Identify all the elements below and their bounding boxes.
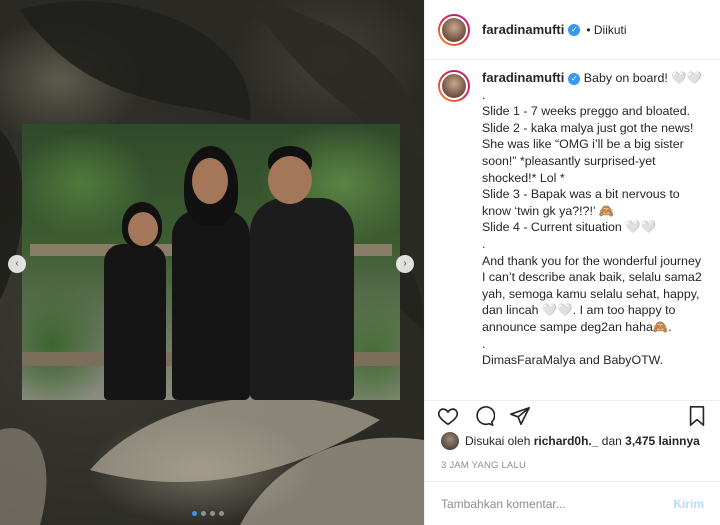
likes-summary[interactable]: Disukai oleh richard0h._ dan 3,475 lainn…	[441, 432, 700, 450]
carousel-prev-button[interactable]: ‹	[8, 255, 26, 273]
post-timestamp[interactable]: 3 JAM YANG LALU	[441, 460, 526, 471]
post-media[interactable]: ‹ ›	[0, 0, 424, 525]
person-girl-face	[128, 212, 158, 246]
person-man	[250, 198, 354, 400]
liker-avatar	[441, 432, 459, 450]
post-actions	[425, 400, 720, 430]
share-icon	[510, 406, 530, 425]
post-photo	[22, 124, 400, 400]
caption-line: Slide 3 - Bapak was a bit nervous to kno…	[482, 187, 684, 218]
comment-button[interactable]	[471, 403, 497, 429]
person-woman	[172, 210, 250, 400]
like-button[interactable]	[435, 403, 461, 429]
likes-count[interactable]: 3,475 lainnya	[625, 434, 700, 448]
caption-first-line: faradinamufti ✓ Baby on board! 🤍🤍	[482, 70, 704, 87]
post-header: faradinamufti ✓ • Diikuti	[425, 0, 720, 60]
liked-by-suffix: dan	[601, 434, 622, 448]
caption-line: .	[482, 336, 486, 351]
follow-status[interactable]: • Diikuti	[586, 23, 626, 37]
carousel-next-button[interactable]: ›	[396, 255, 414, 273]
caption-line: .	[482, 87, 486, 102]
carousel-dot-4	[219, 511, 224, 516]
carousel-dot-1	[192, 511, 197, 516]
comment-input[interactable]	[441, 496, 674, 511]
liked-by-prefix: Disukai oleh	[465, 434, 531, 448]
heart-icon	[437, 407, 459, 425]
save-button[interactable]	[684, 403, 710, 429]
caption-line: DimasFaraMalya and BabyOTW.	[482, 353, 664, 368]
carousel-dot-3	[210, 511, 215, 516]
caption-author-avatar[interactable]	[438, 70, 470, 102]
caption-area: faradinamufti ✓ Baby on board! 🤍🤍 . Slide…	[438, 70, 712, 390]
carousel-dot-2	[201, 511, 206, 516]
verified-badge-icon: ✓	[568, 73, 581, 85]
verified-badge-icon: ✓	[568, 23, 581, 36]
caption-username[interactable]: faradinamufti	[482, 70, 564, 85]
post-side-panel: faradinamufti ✓ • Diikuti faradinamufti ✓…	[424, 0, 720, 525]
caption-line: .	[482, 236, 486, 251]
caption-line: Slide 4 - Current situation 🤍🤍	[482, 220, 657, 235]
comment-icon	[476, 405, 495, 426]
person-man-face	[268, 156, 312, 204]
author-username[interactable]: faradinamufti	[482, 22, 564, 37]
person-girl	[104, 244, 166, 400]
carousel-indicator	[192, 511, 224, 516]
comment-form: Kirim	[425, 481, 720, 525]
caption-line: Slide 2 - kaka malya just got the news! …	[482, 120, 697, 185]
share-button[interactable]	[507, 403, 533, 429]
caption-line: Baby on board! 🤍🤍	[583, 71, 703, 85]
author-avatar[interactable]	[438, 13, 470, 46]
liked-by-user[interactable]: richard0h._	[534, 434, 599, 448]
post-comment-button[interactable]: Kirim	[673, 497, 704, 511]
caption-line: Slide 1 - 7 weeks preggo and bloated.	[482, 104, 691, 119]
post-caption: faradinamufti ✓ Baby on board! 🤍🤍 . Slide…	[482, 70, 704, 390]
caption-line: And thank you for the wonderful journey …	[482, 253, 706, 334]
person-woman-face	[192, 158, 228, 204]
bookmark-icon	[689, 405, 705, 426]
